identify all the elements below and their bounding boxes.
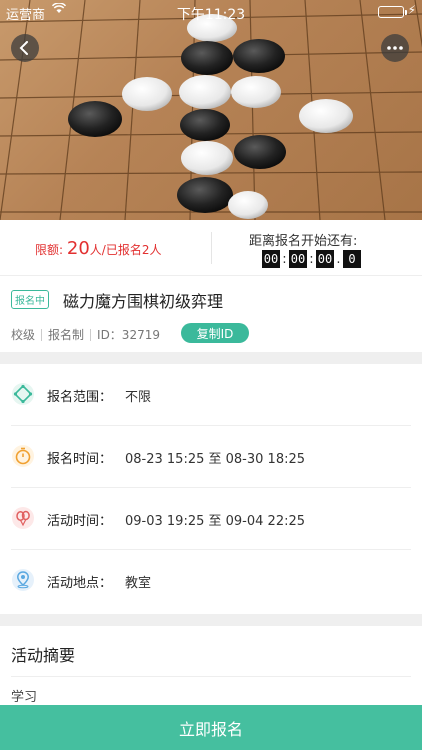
status-badge: 报名中	[11, 290, 49, 309]
summary-title: 活动摘要	[11, 646, 76, 665]
event-header: 报名中 磁力魔方围棋初级弈理 校级 报名制 ID：32719 复制ID	[0, 277, 422, 352]
event-detail-screen: 运营商 下午11:23 ⚡ 限额: 20人/已报名2人 距离报名开始还有: 00…	[0, 0, 422, 750]
quota-label: 限额:	[35, 243, 64, 257]
countdown-label: 距离报名开始还有:	[249, 234, 358, 249]
more-dots-icon	[387, 46, 403, 50]
quota-suffix: 人/已报名2人	[89, 243, 162, 257]
charging-icon: ⚡	[407, 3, 416, 17]
event-meta: 校级 报名制 ID：32719	[11, 326, 160, 343]
countdown-timer: 00 : 00 : 00 . 0	[262, 250, 361, 268]
countdown-days: 00	[262, 250, 280, 268]
hero-image: 运营商 下午11:23 ⚡	[0, 0, 422, 220]
event-mode: 报名制	[48, 328, 85, 342]
info-value: 教室	[125, 576, 152, 591]
timer-icon	[12, 445, 34, 467]
info-row-scope: 报名范围： 不限	[0, 364, 422, 426]
clock-time: 下午11:23	[176, 7, 246, 23]
countdown-seconds: 0	[343, 250, 361, 268]
event-id: ID：32719	[97, 328, 160, 342]
event-info-list: 报名范围： 不限 报名时间： 08-23 15:25 至 08-30 18:25…	[0, 364, 422, 614]
info-label: 活动地点：	[47, 576, 113, 591]
chevron-left-icon	[19, 41, 28, 55]
info-label: 报名时间：	[47, 452, 113, 467]
info-row-event-time: 活动时间： 09-03 19:25 至 09-04 22:25	[0, 488, 422, 550]
more-button[interactable]	[381, 34, 409, 62]
location-icon	[12, 569, 34, 591]
back-button[interactable]	[11, 34, 39, 62]
info-value: 不限	[125, 390, 152, 405]
info-value: 09-03 19:25 至 09-04 22:25	[125, 514, 306, 529]
event-level: 校级	[11, 328, 36, 342]
section-gap	[0, 352, 422, 364]
info-row-location: 活动地点： 教室	[0, 550, 422, 612]
section-gap	[0, 614, 422, 626]
copy-id-button[interactable]: 复制ID	[181, 323, 249, 343]
scope-icon	[12, 383, 34, 405]
info-value: 08-23 15:25 至 08-30 18:25	[125, 452, 306, 467]
info-label: 报名范围：	[47, 390, 113, 405]
event-title: 磁力魔方围棋初级弈理	[63, 292, 224, 311]
go-board-illustration	[0, 0, 422, 220]
info-row-signup-time: 报名时间： 08-23 15:25 至 08-30 18:25	[0, 426, 422, 488]
divider	[211, 232, 212, 264]
summary-text: 学习	[11, 690, 38, 705]
signup-button[interactable]: 立即报名	[0, 705, 422, 750]
quota-countdown-bar: 限额: 20人/已报名2人 距离报名开始还有: 00 : 00 : 00 . 0	[0, 220, 422, 276]
battery-icon	[378, 6, 407, 18]
info-label: 活动时间：	[47, 514, 113, 529]
quota-text: 限额: 20人/已报名2人	[35, 238, 161, 259]
status-bar: 运营商 下午11:23 ⚡	[0, 0, 422, 24]
countdown-minutes: 00	[316, 250, 334, 268]
quota-count: 20	[66, 238, 90, 259]
countdown-hours: 00	[289, 250, 307, 268]
balloon-icon	[12, 507, 34, 529]
